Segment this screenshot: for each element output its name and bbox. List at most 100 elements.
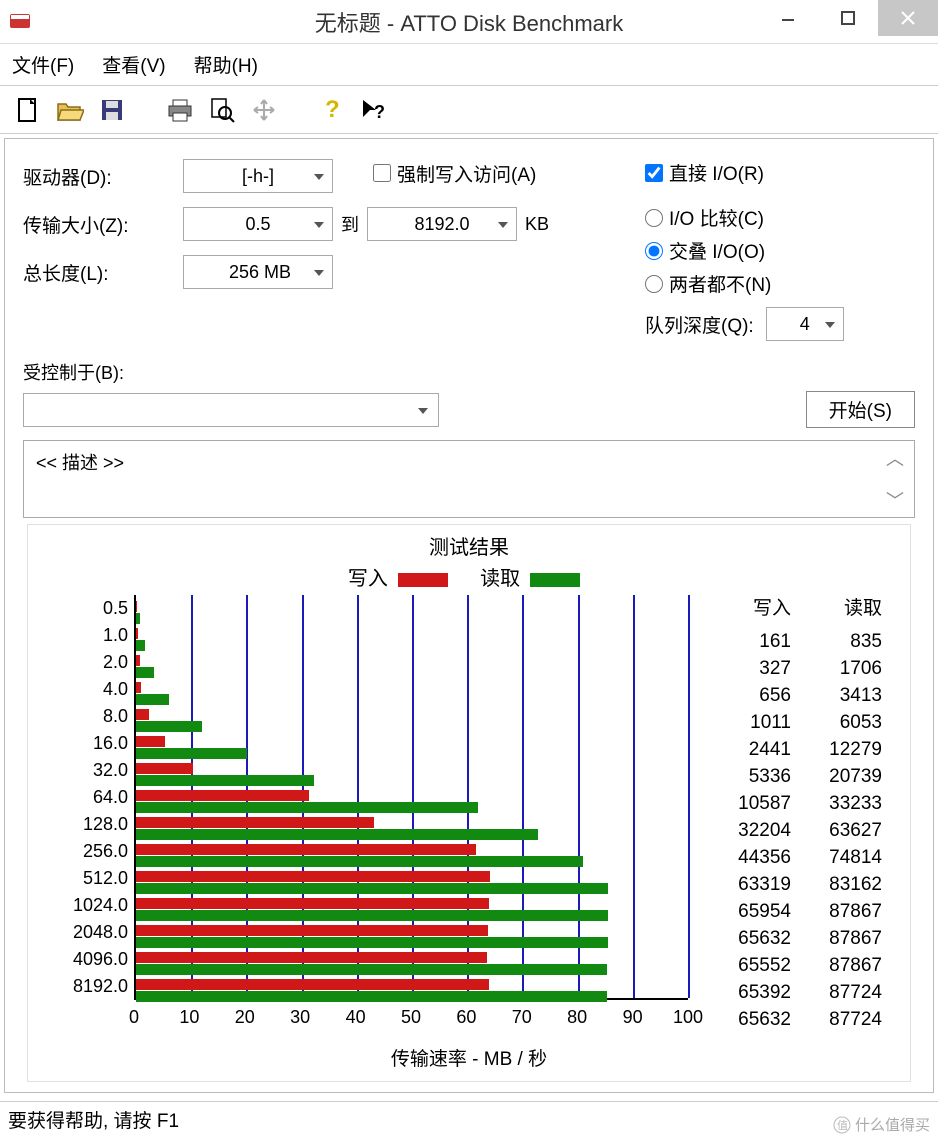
minimize-button[interactable] — [758, 0, 818, 36]
queue-depth-select[interactable]: 4 — [766, 307, 844, 341]
x-tick-label: 30 — [290, 1007, 310, 1028]
y-tick-label: 1024.0 — [38, 895, 128, 916]
read-value: 63627 — [809, 817, 882, 844]
bar-row — [136, 653, 686, 680]
read-value: 87867 — [809, 952, 882, 979]
watermark: 值 什么值得买 — [833, 1114, 930, 1135]
write-value: 65954 — [718, 898, 791, 925]
read-value: 83162 — [809, 871, 882, 898]
description-box[interactable]: << 描述 >> ︿ ﹀ — [23, 440, 915, 518]
results-title: 测试结果 — [38, 531, 900, 560]
write-bar — [136, 844, 476, 855]
to-label: 到 — [333, 211, 367, 237]
svg-text:值: 值 — [837, 1119, 848, 1132]
y-tick-label: 8192.0 — [38, 976, 128, 997]
write-bar — [136, 871, 490, 882]
context-help-icon[interactable]: ? — [360, 96, 388, 124]
bar-chart: 0.51.02.04.08.016.032.064.0128.0256.0512… — [38, 595, 718, 1042]
bar-row — [136, 815, 686, 842]
x-tick-label: 60 — [456, 1007, 476, 1028]
read-bar — [136, 856, 583, 867]
transfer-size-label: 传输大小(Z): — [23, 211, 183, 238]
svg-text:?: ? — [374, 102, 385, 122]
read-value: 12279 — [809, 736, 882, 763]
x-tick-label: 10 — [179, 1007, 199, 1028]
read-bar — [136, 640, 145, 651]
read-value: 87724 — [809, 1006, 882, 1033]
menu-help[interactable]: 帮助(H) — [194, 51, 258, 78]
move-icon[interactable] — [250, 96, 278, 124]
read-bar — [136, 910, 608, 921]
read-value: 74814 — [809, 844, 882, 871]
write-bar — [136, 655, 140, 666]
read-bar — [136, 829, 538, 840]
bar-row — [136, 977, 686, 1004]
write-bar — [136, 952, 487, 963]
y-tick-label: 4096.0 — [38, 949, 128, 970]
y-tick-label: 128.0 — [38, 814, 128, 835]
read-bar — [136, 802, 478, 813]
write-bar — [136, 736, 165, 747]
bar-row — [136, 761, 686, 788]
read-bar — [136, 883, 608, 894]
y-tick-label: 4.0 — [38, 679, 128, 700]
bar-row — [136, 869, 686, 896]
controlled-by-select[interactable] — [23, 393, 439, 427]
size-from-select[interactable]: 0.5 — [183, 207, 333, 241]
size-to-select[interactable]: 8192.0 — [367, 207, 517, 241]
close-button[interactable] — [878, 0, 938, 36]
queue-depth-label: 队列深度(Q): — [645, 311, 754, 338]
read-bar — [136, 937, 608, 948]
write-value: 65632 — [718, 925, 791, 952]
start-button[interactable]: 开始(S) — [806, 391, 915, 428]
y-tick-label: 8.0 — [38, 706, 128, 727]
read-column-header: 读取 — [809, 595, 882, 622]
app-icon — [8, 10, 32, 34]
maximize-button[interactable] — [818, 0, 878, 36]
x-tick-label: 100 — [673, 1007, 703, 1028]
y-tick-label: 2.0 — [38, 652, 128, 673]
read-value: 20739 — [809, 763, 882, 790]
write-bar — [136, 628, 138, 639]
new-icon[interactable] — [14, 96, 42, 124]
bar-row — [136, 734, 686, 761]
y-tick-label: 1.0 — [38, 625, 128, 646]
read-value: 87867 — [809, 898, 882, 925]
menu-file[interactable]: 文件(F) — [12, 51, 74, 78]
print-preview-icon[interactable] — [208, 96, 236, 124]
scroll-up-icon[interactable]: ︿ — [886, 445, 910, 471]
titlebar: 无标题 - ATTO Disk Benchmark — [0, 0, 938, 44]
write-value: 65552 — [718, 952, 791, 979]
overlapped-io-radio[interactable]: 交叠 I/O(O) — [645, 237, 915, 264]
scrollbar[interactable]: ︿ ﹀ — [886, 445, 910, 513]
x-axis-label: 传输速率 - MB / 秒 — [38, 1044, 900, 1071]
read-value: 835 — [809, 628, 882, 655]
save-icon[interactable] — [98, 96, 126, 124]
drive-select[interactable]: [-h-] — [183, 159, 333, 193]
bar-row — [136, 626, 686, 653]
menubar: 文件(F) 查看(V) 帮助(H) — [0, 44, 938, 86]
x-tick-label: 20 — [235, 1007, 255, 1028]
x-tick-label: 80 — [567, 1007, 587, 1028]
write-value: 656 — [718, 682, 791, 709]
x-tick-label: 90 — [623, 1007, 643, 1028]
neither-radio[interactable]: 两者都不(N) — [645, 270, 915, 297]
help-icon[interactable]: ? — [318, 96, 346, 124]
bar-row — [136, 680, 686, 707]
x-tick-label: 50 — [401, 1007, 421, 1028]
write-bar — [136, 925, 488, 936]
print-icon[interactable] — [166, 96, 194, 124]
io-compare-radio[interactable]: I/O 比较(C) — [645, 204, 915, 231]
direct-io-checkbox[interactable]: 直接 I/O(R) — [645, 159, 915, 186]
y-tick-label: 2048.0 — [38, 922, 128, 943]
open-icon[interactable] — [56, 96, 84, 124]
read-value: 1706 — [809, 655, 882, 682]
config-panel: 驱动器(D): [-h-] 强制写入访问(A) 传输大小(Z): 0.5 到 8… — [4, 138, 934, 1093]
scroll-down-icon[interactable]: ﹀ — [886, 487, 910, 513]
force-write-checkbox[interactable]: 强制写入访问(A) — [373, 160, 536, 187]
total-length-select[interactable]: 256 MB — [183, 255, 333, 289]
svg-text:?: ? — [325, 97, 340, 123]
read-bar — [136, 964, 607, 975]
menu-view[interactable]: 查看(V) — [102, 51, 165, 78]
write-value: 161 — [718, 628, 791, 655]
